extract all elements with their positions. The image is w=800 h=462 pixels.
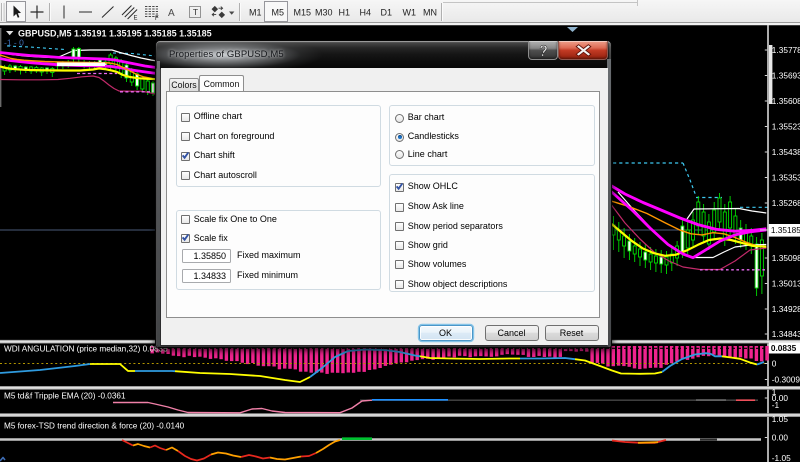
svg-text:M30: M30 <box>315 8 333 18</box>
svg-text:H4: H4 <box>360 8 372 18</box>
svg-text:1.35098: 1.35098 <box>772 253 800 263</box>
svg-text:M5 forex-TSD trend direction &: M5 forex-TSD trend direction & force (20… <box>4 422 185 431</box>
svg-text:1.35523: 1.35523 <box>772 122 800 132</box>
svg-text:W1: W1 <box>403 8 417 18</box>
svg-text:A: A <box>168 8 175 19</box>
svg-text:M15: M15 <box>294 8 312 18</box>
svg-text:-1.05: -1.05 <box>772 453 791 462</box>
svg-text:1.35185: 1.35185 <box>771 225 800 235</box>
svg-text:1.35438: 1.35438 <box>772 147 800 157</box>
svg-text:1.35013: 1.35013 <box>772 279 800 289</box>
svg-text:H1: H1 <box>339 8 351 18</box>
svg-text:MN: MN <box>423 8 437 18</box>
svg-text:0.0835: 0.0835 <box>771 343 797 353</box>
svg-text:0.00: 0.00 <box>772 432 789 442</box>
svg-text:T: T <box>193 7 198 17</box>
svg-text:1.35693: 1.35693 <box>772 71 800 81</box>
svg-text:E: E <box>134 16 138 22</box>
svg-text:M1: M1 <box>249 8 262 18</box>
svg-text:-1: -1 <box>772 400 780 410</box>
svg-text:1.35353: 1.35353 <box>772 173 800 183</box>
svg-text:F: F <box>155 16 159 22</box>
svg-text:GBPUSD,M5 1.35191 1.35195 1.3: GBPUSD,M5 1.35191 1.35195 1.35185 1.3518… <box>18 29 212 39</box>
svg-text:1.35268: 1.35268 <box>772 198 800 208</box>
svg-text:M5 td&f Tripple EMA (20) -0.03: M5 td&f Tripple EMA (20) -0.0361 <box>4 392 126 401</box>
svg-text:M5: M5 <box>272 8 285 18</box>
svg-text:1.34843: 1.34843 <box>772 329 800 339</box>
svg-text:-1 - 0: -1 - 0 <box>4 38 24 48</box>
svg-text:WDI ANGULATION (price median,3: WDI ANGULATION (price median,32) 0.0835 <box>4 345 168 354</box>
svg-text:0: 0 <box>772 358 777 368</box>
svg-text:1.05: 1.05 <box>772 414 789 424</box>
svg-text:1.34928: 1.34928 <box>772 304 800 314</box>
svg-text:-0.3009: -0.3009 <box>772 374 800 384</box>
svg-text:D1: D1 <box>381 8 393 18</box>
svg-text:1.35608: 1.35608 <box>772 96 800 106</box>
svg-text:1.35778: 1.35778 <box>772 45 800 55</box>
